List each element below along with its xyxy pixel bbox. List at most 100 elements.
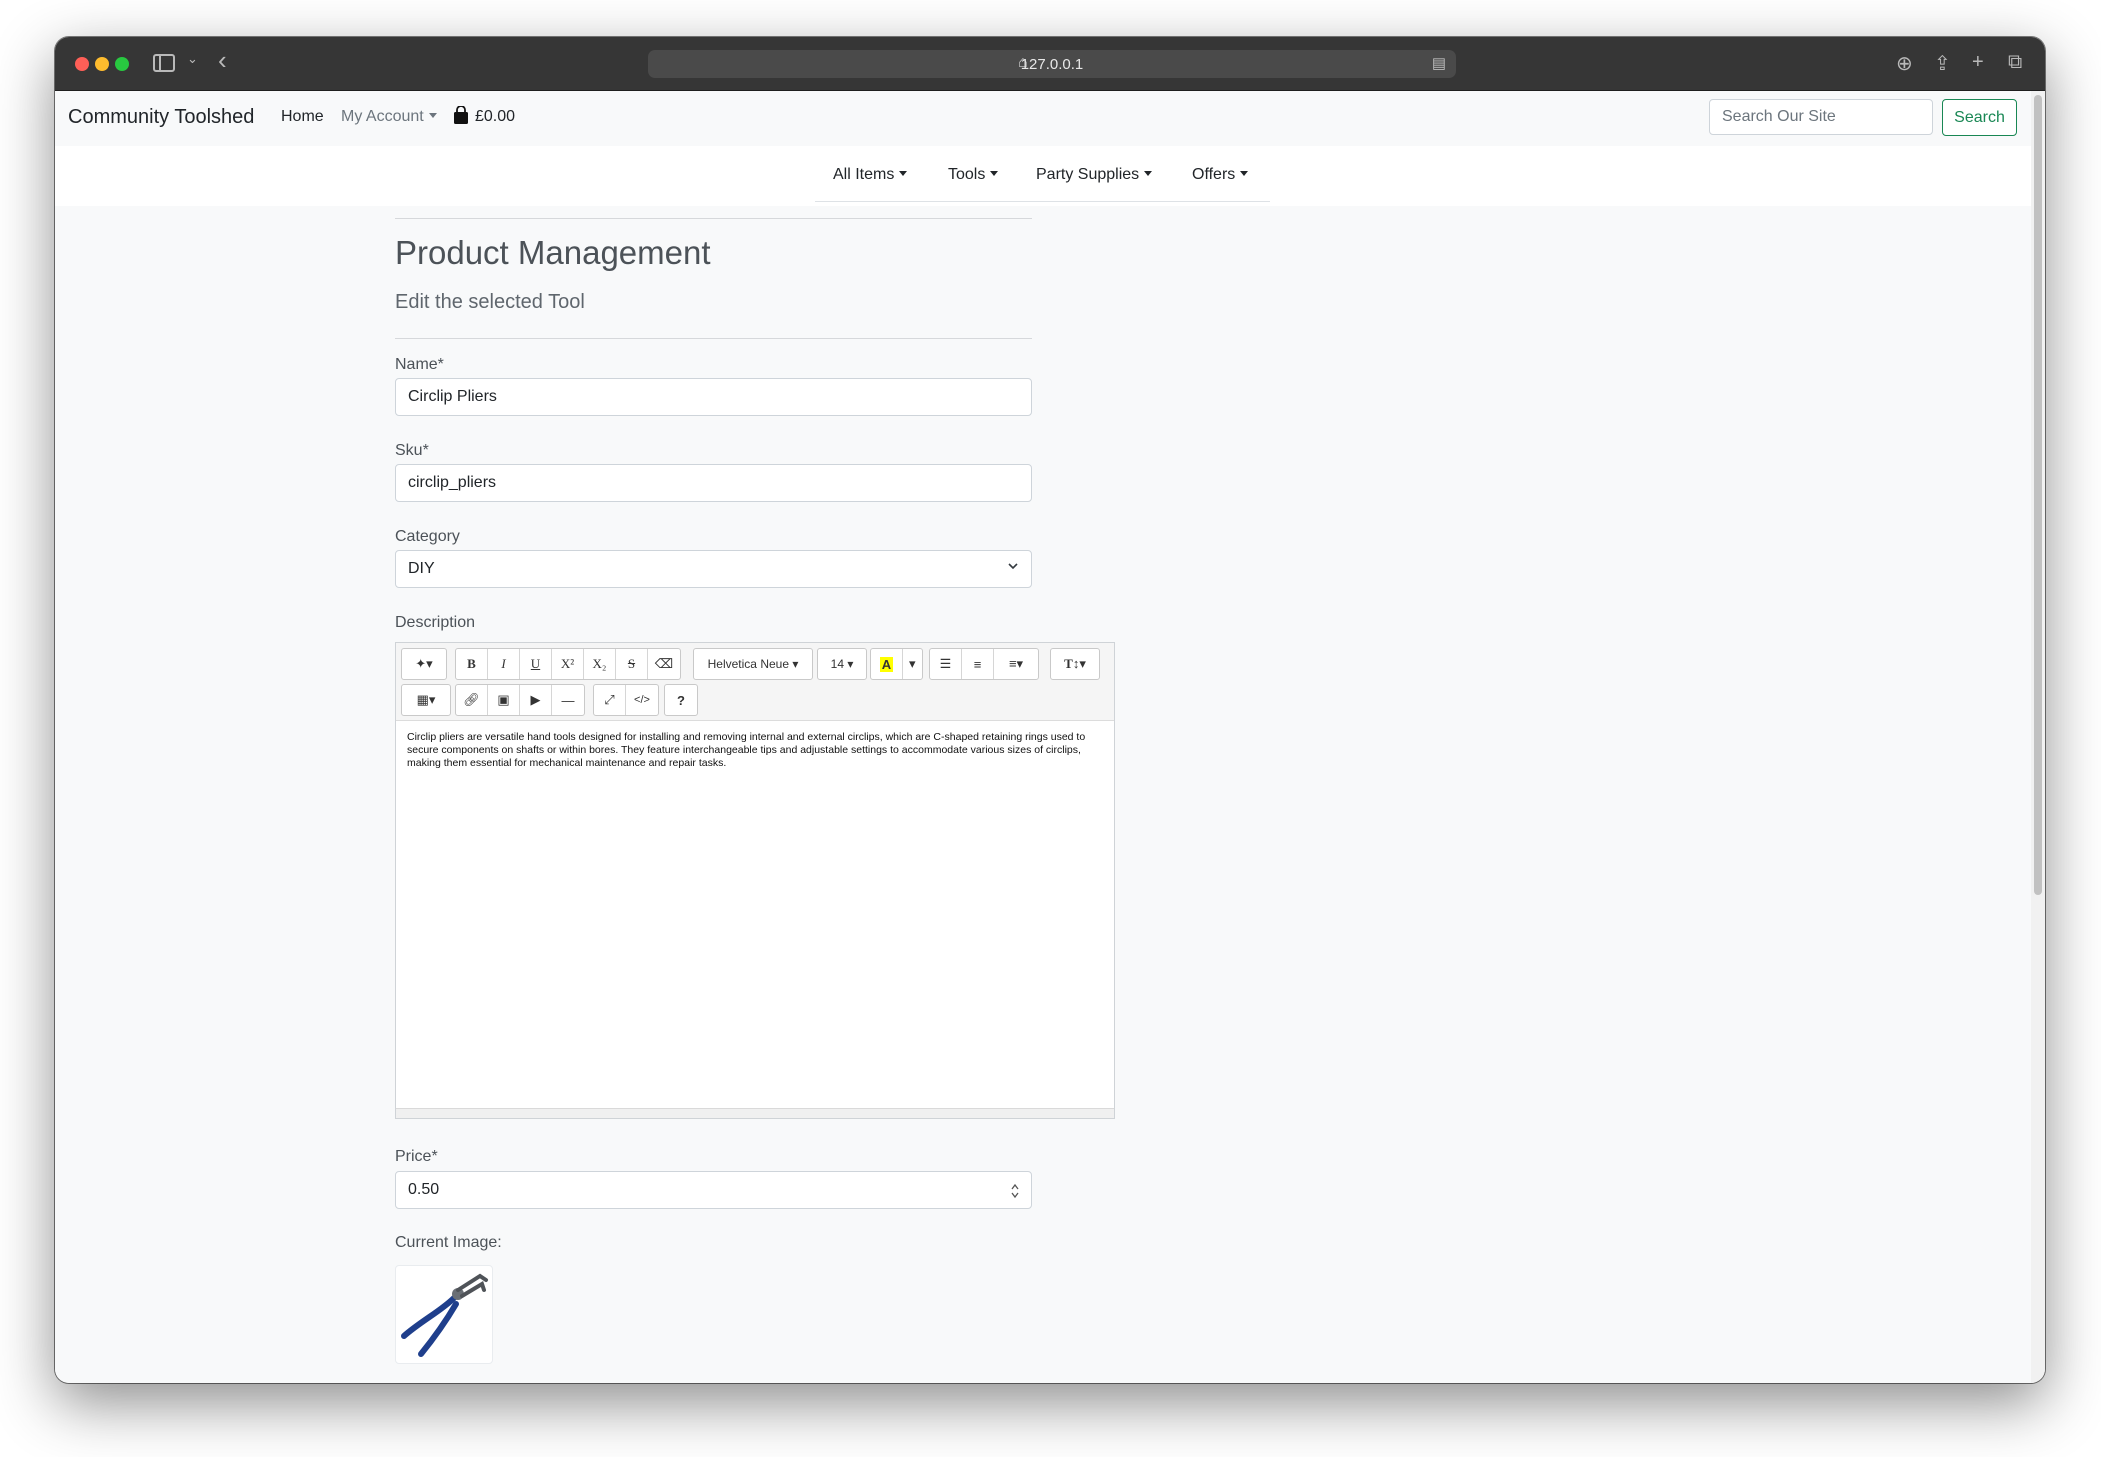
- download-icon[interactable]: ⊕: [1896, 51, 1913, 76]
- font-size-group: 14 ▾: [817, 648, 867, 680]
- table-group: ▦▾: [401, 684, 451, 716]
- nav-account-dropdown[interactable]: My Account: [341, 108, 437, 126]
- category-label: Tools: [948, 166, 986, 183]
- subscript-button[interactable]: X₂: [584, 649, 616, 679]
- caret-down-icon: [899, 171, 908, 176]
- bullet-list-icon[interactable]: ☰: [930, 649, 962, 679]
- align-dropdown-icon[interactable]: ≡▾: [994, 649, 1038, 679]
- category-label: All Items: [833, 166, 895, 183]
- horizontal-rule-icon[interactable]: —: [552, 685, 584, 715]
- underline-button[interactable]: U: [520, 649, 552, 679]
- category-label: Party Supplies: [1036, 166, 1140, 183]
- share-icon[interactable]: ⇪: [1934, 51, 1951, 76]
- page-subtitle: Edit the selected Tool: [395, 291, 585, 313]
- sidebar-toggle-icon[interactable]: [153, 54, 175, 72]
- brand-link[interactable]: Community Toolshed: [68, 106, 254, 129]
- highlight-color-button[interactable]: A: [871, 649, 903, 679]
- price-label: Price*: [395, 1148, 438, 1165]
- divider: [395, 338, 1032, 339]
- number-spinner-icon[interactable]: [1011, 1183, 1019, 1199]
- back-arrow-icon[interactable]: ‹: [218, 47, 227, 73]
- current-image-label: Current Image:: [395, 1234, 502, 1251]
- caret-down-icon: [1144, 171, 1153, 176]
- category-navbar: All Items Tools Party Supplies Offers: [55, 146, 2031, 206]
- editor-toolbar: ✦▾ B I U X² X₂ S ⌫ Helvetica Neue ▾ 14 ▾…: [396, 643, 1114, 721]
- editor-resize-bar[interactable]: [396, 1108, 1114, 1118]
- eraser-icon[interactable]: ⌫: [648, 649, 680, 679]
- color-dropdown-button[interactable]: ▾: [903, 649, 922, 679]
- style-group: ✦▾: [401, 648, 447, 680]
- new-tab-icon[interactable]: +: [1972, 51, 1984, 74]
- caret-down-icon: [428, 113, 437, 118]
- product-image: [395, 1265, 493, 1364]
- category-select[interactable]: DIY: [395, 550, 1032, 588]
- line-height-group: T ↕▾: [1050, 648, 1100, 680]
- fullscreen-window-button[interactable]: [115, 57, 129, 71]
- help-group: ?: [664, 684, 698, 716]
- numbered-list-icon[interactable]: ≡: [962, 649, 994, 679]
- divider: [395, 218, 1032, 219]
- category-divider: [815, 201, 1270, 202]
- category-label: Category: [395, 528, 460, 545]
- link-icon[interactable]: 🔗︎: [456, 685, 488, 715]
- italic-button[interactable]: I: [488, 649, 520, 679]
- line-height-icon[interactable]: T ↕▾: [1051, 649, 1099, 679]
- description-label: Description: [395, 614, 476, 631]
- font-size-dropdown[interactable]: 14 ▾: [818, 649, 866, 679]
- address-bar[interactable]: ⌂ 127.0.0.1 ▤: [648, 50, 1456, 78]
- color-group: A ▾: [870, 648, 923, 680]
- name-input[interactable]: Circlip Pliers: [395, 378, 1032, 416]
- category-tools[interactable]: Tools: [948, 166, 999, 184]
- font-style-group: B I U X² X₂ S ⌫: [455, 648, 681, 680]
- category-offers[interactable]: Offers: [1192, 166, 1249, 184]
- table-icon[interactable]: ▦▾: [402, 685, 450, 715]
- chevron-down-icon[interactable]: ⌄: [187, 51, 198, 67]
- search-button[interactable]: Search: [1942, 99, 2017, 136]
- paragraph-group: ☰ ≡ ≡▾: [929, 648, 1039, 680]
- basket-total[interactable]: £0.00: [475, 108, 515, 126]
- close-window-button[interactable]: [75, 57, 89, 71]
- price-input[interactable]: 0.50: [395, 1171, 1032, 1209]
- font-name-group: Helvetica Neue ▾: [693, 648, 813, 680]
- category-party-supplies[interactable]: Party Supplies: [1036, 166, 1153, 184]
- top-navbar: Community Toolshed Home My Account £0.00…: [55, 91, 2031, 146]
- superscript-button[interactable]: X²: [552, 649, 584, 679]
- category-select-value: DIY: [408, 560, 435, 577]
- shopping-bag-icon[interactable]: [453, 106, 469, 124]
- sku-input[interactable]: circlip_pliers: [395, 464, 1032, 502]
- fullscreen-icon[interactable]: ⤢: [594, 685, 626, 715]
- font-size-value: 14: [830, 657, 844, 671]
- search-input[interactable]: [1709, 99, 1933, 135]
- bold-button[interactable]: B: [456, 649, 488, 679]
- help-icon[interactable]: ?: [665, 685, 697, 715]
- browser-window: ⌄ ‹ ⌂ 127.0.0.1 ▤ ⊕ ⇪ + ⧉ Community Tool…: [55, 37, 2045, 1383]
- reader-icon[interactable]: ▤: [1432, 54, 1446, 72]
- scrollbar-thumb[interactable]: [2034, 95, 2042, 895]
- nav-home-link[interactable]: Home: [281, 108, 324, 126]
- page-content: Community Toolshed Home My Account £0.00…: [55, 91, 2031, 1383]
- font-name-value: Helvetica Neue: [707, 657, 789, 671]
- address-text: 127.0.0.1: [1020, 56, 1084, 73]
- code-view-icon[interactable]: </>: [626, 685, 658, 715]
- nav-account-label: My Account: [341, 108, 424, 125]
- minimize-window-button[interactable]: [95, 57, 109, 71]
- price-value: 0.50: [408, 1181, 440, 1198]
- rich-text-editor: ✦▾ B I U X² X₂ S ⌫ Helvetica Neue ▾ 14 ▾…: [395, 642, 1115, 1119]
- page-title: Product Management: [395, 234, 711, 271]
- tab-overview-icon[interactable]: ⧉: [2008, 51, 2022, 74]
- editor-content[interactable]: Circlip pliers are versatile hand tools …: [407, 731, 1107, 770]
- circlip-pliers-image: [401, 1273, 488, 1357]
- magic-wand-icon[interactable]: ✦▾: [402, 649, 446, 679]
- insert-group: 🔗︎ ▣ ▶ —: [455, 684, 585, 716]
- image-icon[interactable]: ▣: [488, 685, 520, 715]
- caret-down-icon: [990, 171, 999, 176]
- highlight-a-icon: A: [879, 656, 894, 672]
- category-all-items[interactable]: All Items: [833, 166, 908, 184]
- font-name-dropdown[interactable]: Helvetica Neue ▾: [694, 649, 812, 679]
- video-icon[interactable]: ▶: [520, 685, 552, 715]
- browser-toolbar: ⌄ ‹ ⌂ 127.0.0.1 ▤ ⊕ ⇪ + ⧉: [55, 37, 2045, 91]
- view-group: ⤢ </>: [593, 684, 659, 716]
- strikethrough-button[interactable]: S: [616, 649, 648, 679]
- category-label: Offers: [1192, 166, 1236, 183]
- sku-label: Sku*: [395, 442, 429, 459]
